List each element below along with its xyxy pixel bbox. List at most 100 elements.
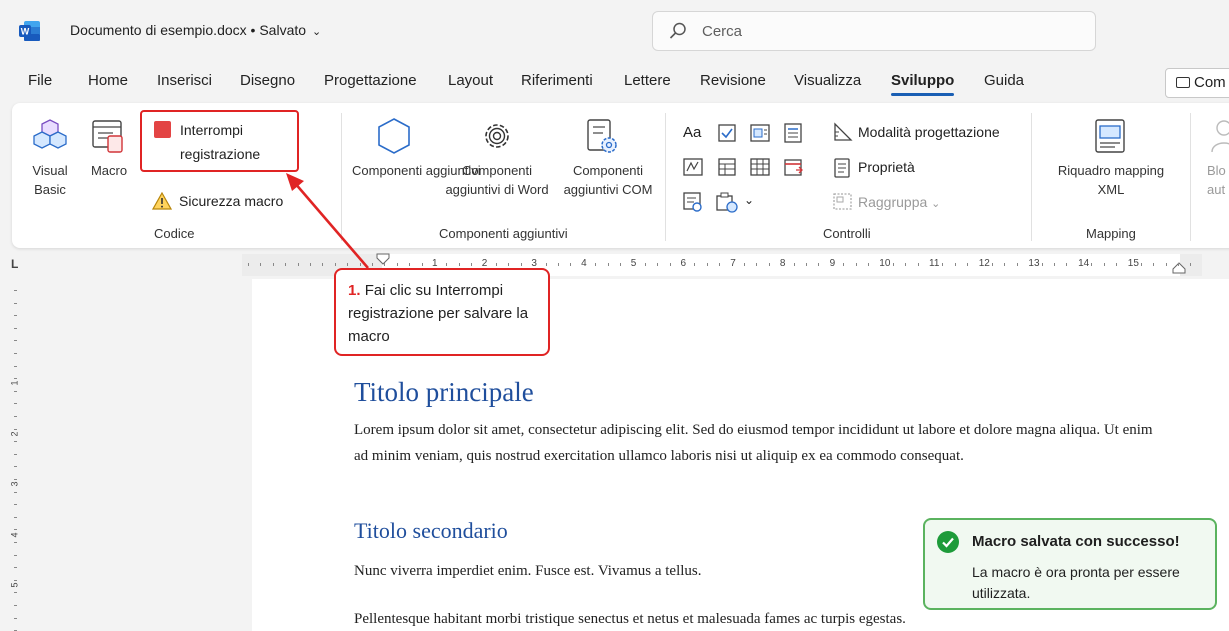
ruler-tick xyxy=(409,263,411,266)
comment-icon xyxy=(1176,77,1190,88)
visual-basic-button[interactable]: Visual Basic xyxy=(22,161,78,199)
toast-message: La macro è ora pronta per essere utilizz… xyxy=(972,564,1180,601)
paragraph-1[interactable]: Lorem ipsum dolor sit amet, consectetur … xyxy=(354,417,1154,469)
vertical-ruler-tick xyxy=(14,516,17,518)
macro-security-button[interactable]: Sicurezza macro xyxy=(179,193,283,209)
search-box[interactable]: Cerca xyxy=(652,11,1096,51)
ruler-tick xyxy=(1116,263,1117,266)
legacy-tools-icon[interactable] xyxy=(683,192,703,212)
ruler-number: 4 xyxy=(580,258,588,269)
group-icon xyxy=(833,193,852,210)
comments-button[interactable]: Com xyxy=(1165,68,1229,98)
tab-review[interactable]: Revisione xyxy=(700,72,766,89)
ruler-number: 5 xyxy=(629,258,638,269)
vertical-ruler-tick xyxy=(14,542,17,543)
building-block-icon[interactable] xyxy=(784,123,802,143)
vertical-ruler-tick xyxy=(14,390,17,392)
vertical-ruler: 123456 xyxy=(0,278,34,631)
ruler-tick xyxy=(756,263,758,266)
vertical-ruler-tick xyxy=(14,441,17,443)
ruler-tick xyxy=(520,263,522,266)
plain-text-control-icon[interactable] xyxy=(683,158,703,176)
ruler-tick xyxy=(793,263,795,266)
ruler-tick xyxy=(607,263,609,266)
ruler-number: 11 xyxy=(928,258,941,269)
ruler-tick xyxy=(1103,263,1105,266)
ruler-number: 7 xyxy=(729,258,737,269)
gear-icon xyxy=(485,124,509,148)
tab-home[interactable]: Home xyxy=(88,72,128,89)
ruler-tick xyxy=(818,263,820,266)
vertical-ruler-tick xyxy=(14,315,17,317)
tab-references[interactable]: Riferimenti xyxy=(521,72,593,89)
group-label-mapping: Mapping xyxy=(1086,226,1136,241)
heading-2[interactable]: Titolo secondario xyxy=(354,518,508,544)
ruler-number: 8 xyxy=(778,258,787,269)
checkbox-control-icon[interactable] xyxy=(718,124,736,142)
rich-text-control-button[interactable]: Aa xyxy=(683,124,701,141)
vertical-ruler-tick xyxy=(14,491,17,493)
document-title[interactable]: Documento di esempio.docx • Salvato ⌄ xyxy=(70,22,321,38)
comments-label: Com xyxy=(1194,74,1226,91)
tab-file[interactable]: File xyxy=(28,72,52,89)
tab-insert[interactable]: Inserisci xyxy=(157,72,212,89)
vertical-ruler-tick xyxy=(14,579,17,581)
word-addins-button[interactable]: Componenti aggiuntivi di Word xyxy=(440,161,554,199)
ruler-tick xyxy=(1016,263,1018,266)
table-control-icon[interactable] xyxy=(750,158,770,176)
ruler-tick xyxy=(843,263,845,266)
group-button: Raggruppa ⌄ xyxy=(858,194,940,210)
more-controls-icon[interactable] xyxy=(716,192,740,214)
search-icon xyxy=(669,22,686,39)
ruler-tick xyxy=(1091,263,1093,266)
right-indent-marker-icon[interactable] xyxy=(1172,262,1186,274)
ribbon-separator xyxy=(1031,113,1032,241)
ruler-tick xyxy=(508,263,510,266)
tab-draw[interactable]: Disegno xyxy=(240,72,295,89)
heading-1[interactable]: Titolo principale xyxy=(354,377,534,408)
vertical-ruler-tick xyxy=(14,416,17,417)
picture-control-icon[interactable] xyxy=(750,124,770,142)
xml-mapping-icon xyxy=(1095,119,1125,153)
group-label-controls: Controlli xyxy=(823,226,871,241)
ruler-tick xyxy=(917,263,919,266)
ruler-tick xyxy=(620,263,621,266)
tab-developer[interactable]: Sviluppo xyxy=(891,72,955,96)
ruler-tick xyxy=(942,263,944,266)
ruler-tick xyxy=(496,263,497,266)
vertical-ruler-tick xyxy=(14,290,17,291)
chevron-down-icon[interactable]: ⌄ xyxy=(744,193,754,207)
ruler-tick xyxy=(719,263,721,266)
title-bar: W Documento di esempio.docx • Salvato ⌄ C… xyxy=(0,0,1229,62)
annotation-arrow xyxy=(286,173,369,269)
ruler-tick xyxy=(1041,263,1043,266)
instruction-callout: 1. Fai clic su Interrompi registrazione … xyxy=(334,268,550,356)
properties-button[interactable]: Proprietà xyxy=(858,159,915,175)
design-mode-button[interactable]: Modalità progettazione xyxy=(858,124,1000,140)
xml-mapping-button[interactable]: Riquadro mapping XML xyxy=(1046,161,1176,199)
search-placeholder: Cerca xyxy=(702,23,743,40)
macro-button[interactable]: Macro xyxy=(86,161,132,180)
tab-layout[interactable]: Layout xyxy=(448,72,493,89)
tab-selector[interactable]: L xyxy=(11,257,18,271)
group-label-addins: Componenti aggiuntivi xyxy=(439,226,568,241)
vertical-ruler-tick xyxy=(14,617,17,619)
tab-help[interactable]: Guida xyxy=(984,72,1024,89)
vertical-ruler-tick xyxy=(14,302,17,304)
success-toast: Macro salvata con successo! La macro è o… xyxy=(923,518,1217,610)
vertical-ruler-tick xyxy=(14,466,17,468)
ruler-tick xyxy=(892,263,894,266)
vertical-ruler-tick xyxy=(14,479,17,480)
ribbon-tabs: File Home Inserisci Disegno Progettazion… xyxy=(0,62,1229,102)
tab-mailings[interactable]: Lettere xyxy=(624,72,671,89)
tab-design[interactable]: Progettazione xyxy=(324,72,417,89)
ruler-tick xyxy=(458,263,460,266)
date-picker-icon[interactable] xyxy=(784,157,804,177)
vertical-ruler-tick xyxy=(14,378,17,380)
ruler-tick xyxy=(1004,263,1006,266)
vertical-ruler-tick xyxy=(14,340,17,342)
combo-box-icon[interactable] xyxy=(718,158,736,176)
ruler-tick xyxy=(1190,263,1192,266)
tab-view[interactable]: Visualizza xyxy=(794,72,861,89)
com-addins-button[interactable]: Componenti aggiuntivi COM xyxy=(560,161,656,199)
